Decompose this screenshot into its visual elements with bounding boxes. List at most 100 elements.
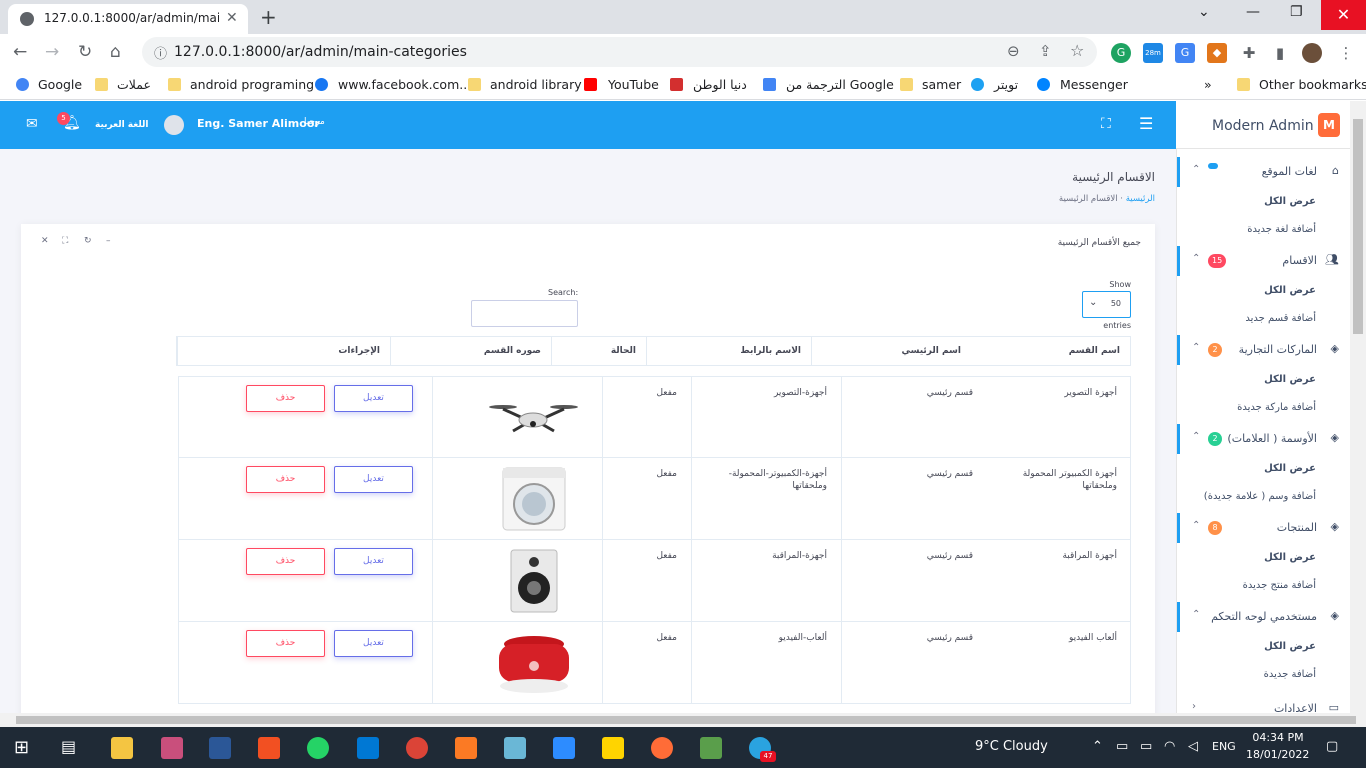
sidebar-add-new[interactable]: أضافة قسم جديد (1245, 313, 1316, 324)
home-icon[interactable]: ⌂ (110, 42, 121, 62)
grammarly-extension-icon[interactable]: G (1111, 43, 1131, 63)
info-icon[interactable]: ⓘ (154, 43, 167, 62)
zoom-icon[interactable]: ⊖ (1007, 42, 1020, 60)
bookmark-folder[interactable]: android programing (190, 77, 314, 92)
paint-icon[interactable] (161, 737, 183, 759)
bookmark-folder[interactable]: عملات (117, 77, 151, 92)
sidebar-section-header[interactable]: ⌃ لغات الموقع ⌂ (1177, 157, 1351, 187)
sidebar-add-new[interactable]: أضافة ماركة جديدة (1237, 402, 1316, 413)
xampp-icon[interactable] (455, 737, 477, 759)
bookmark-news[interactable]: دنيا الوطن (693, 77, 747, 92)
restore-button[interactable]: ❐ (1290, 4, 1303, 20)
back-icon[interactable]: ← (13, 42, 27, 62)
sidebar-view-all[interactable]: عرض الكل (1264, 196, 1316, 207)
hamburger-menu-icon[interactable]: ☰ (1139, 114, 1153, 133)
delete-button[interactable]: حذف (246, 385, 325, 412)
windows-start-icon[interactable]: ⊞ (14, 737, 36, 759)
input-language[interactable]: ENG (1212, 740, 1236, 753)
language-switcher[interactable]: اللغة العربية (95, 120, 148, 130)
edit-button[interactable]: تعديل (334, 548, 413, 575)
avatar[interactable] (164, 115, 184, 135)
collapse-icon[interactable]: – (106, 236, 111, 246)
new-tab-button[interactable]: + (260, 5, 277, 29)
zoom-icon[interactable] (553, 737, 575, 759)
vscode-icon[interactable] (357, 737, 379, 759)
bookmark-folder[interactable]: samer (922, 77, 961, 92)
reload-icon[interactable]: ↻ (78, 42, 92, 62)
breadcrumb-home[interactable]: الرئيسية (1126, 194, 1155, 204)
dev-tool-icon[interactable] (700, 737, 722, 759)
sidebar-add-new[interactable]: أضافة منتج جديدة (1243, 580, 1316, 591)
edit-button[interactable]: تعديل (334, 385, 413, 412)
clock-time[interactable]: 04:34 PM (1250, 731, 1306, 744)
bookmark-google[interactable]: Google (38, 77, 82, 92)
metamask-extension-icon[interactable]: ◆ (1207, 43, 1227, 63)
sidebar-view-all[interactable]: عرض الكل (1264, 552, 1316, 563)
mail-icon[interactable]: ✉ (26, 116, 38, 132)
browser-tab[interactable]: 127.0.0.1:8000/ar/admin/main-ca ✕ (8, 4, 248, 34)
clock-date[interactable]: 18/01/2022 (1246, 748, 1309, 761)
sidebar-section-header[interactable]: ⌃ 8 المنتجات ◈ (1177, 513, 1351, 543)
more-bookmarks-icon[interactable]: » (1204, 77, 1212, 92)
meet-icon[interactable]: ▭ (1116, 739, 1128, 754)
edit-button[interactable]: تعديل (334, 466, 413, 493)
notifications-icon[interactable]: ▢ (1326, 739, 1338, 754)
sidebar-add-new[interactable]: أضافة لغة جديدة (1247, 224, 1316, 235)
task-view-icon[interactable]: ▤ (61, 737, 83, 759)
sidebar-view-all[interactable]: عرض الكل (1264, 285, 1316, 296)
sidebar-view-all[interactable]: عرض الكل (1264, 641, 1316, 652)
search-input[interactable] (471, 300, 578, 327)
close-tab-icon[interactable]: ✕ (226, 10, 238, 26)
sidebar-view-all[interactable]: عرض الكل (1264, 374, 1316, 385)
delete-button[interactable]: حذف (246, 630, 325, 657)
bookmark-folder[interactable]: android library (490, 77, 582, 92)
column-header[interactable]: اسم الرئيسي (811, 337, 971, 365)
weather-widget[interactable]: 9°C Cloudy (975, 739, 1048, 754)
share-icon[interactable]: ⇪ (1039, 42, 1052, 60)
other-bookmarks[interactable]: Other bookmarks (1259, 77, 1366, 92)
whatsapp-icon[interactable] (307, 737, 329, 759)
wifi-icon[interactable]: ◠ (1164, 739, 1175, 754)
sidebar-add-new[interactable]: أضافة جديدة (1264, 669, 1316, 680)
bookmark-twitter[interactable]: تويتر (994, 77, 1018, 92)
extensions-puzzle-icon[interactable]: ✚ (1239, 43, 1259, 63)
volume-icon[interactable]: ◁ (1188, 739, 1198, 754)
delete-button[interactable]: حذف (246, 548, 325, 575)
address-bar[interactable]: ⓘ 127.0.0.1:8000/ar/admin/main-categorie… (142, 37, 1097, 67)
chevron-up-icon[interactable]: ⌃ (1092, 739, 1103, 754)
reload-icon[interactable]: ↻ (84, 236, 92, 246)
column-header[interactable]: الحالة (551, 337, 646, 365)
extension-badge-icon[interactable]: 28m (1143, 43, 1163, 63)
bookmark-facebook[interactable]: www.facebook.com... (338, 77, 471, 92)
sidebar-section-header[interactable]: ⌃ 2 الماركات التجارية ◈ (1177, 335, 1351, 365)
sidebar-section-header[interactable]: ⌃ 2 الأوسمة ( العلامات) ◈ (1177, 424, 1351, 454)
side-panel-icon[interactable]: ▮ (1270, 43, 1290, 63)
sidebar-section-header[interactable]: ⌃ مستخدمي لوحه التحكم ◈ (1177, 602, 1351, 632)
menu-kebab-icon[interactable]: ⋮ (1336, 43, 1356, 63)
brand-header[interactable]: Modern Admin M (1176, 101, 1366, 149)
battery-icon[interactable]: ▭ (1140, 739, 1152, 754)
sidebar-view-all[interactable]: عرض الكل (1264, 463, 1316, 474)
edit-button[interactable]: تعديل (334, 630, 413, 657)
delete-button[interactable]: حذف (246, 466, 325, 493)
entries-select[interactable]: 50 ⌄ (1082, 291, 1131, 318)
forward-icon[interactable]: → (45, 42, 59, 62)
sidebar-add-new[interactable]: أضافة وسم ( علامة جديدة) (1204, 491, 1316, 502)
translate-extension-icon[interactable]: G (1175, 43, 1195, 63)
bookmark-youtube[interactable]: YouTube (608, 77, 659, 92)
notes-app-icon[interactable] (504, 737, 526, 759)
sidebar-settings[interactable]: › الاعدادات ▭ (1177, 694, 1351, 713)
fullscreen-icon[interactable]: ⛶ (1101, 116, 1111, 132)
postman-icon[interactable] (651, 737, 673, 759)
bookmark-star-icon[interactable]: ☆ (1070, 41, 1084, 60)
store-icon[interactable] (258, 737, 280, 759)
profile-avatar[interactable] (1302, 43, 1322, 63)
sidebar-section-header[interactable]: ⌃ 15 الاقسام 👥︎ (1177, 246, 1351, 276)
column-header[interactable]: اسم القسم (971, 337, 1130, 365)
bookmark-messenger[interactable]: Messenger (1060, 77, 1128, 92)
window-close-button[interactable]: ✕ (1321, 0, 1366, 30)
word-icon[interactable] (209, 737, 231, 759)
close-icon[interactable]: ✕ (41, 236, 49, 246)
column-header[interactable]: الاسم بالرابط (646, 337, 811, 365)
column-header[interactable]: الإجراءات (177, 337, 390, 365)
